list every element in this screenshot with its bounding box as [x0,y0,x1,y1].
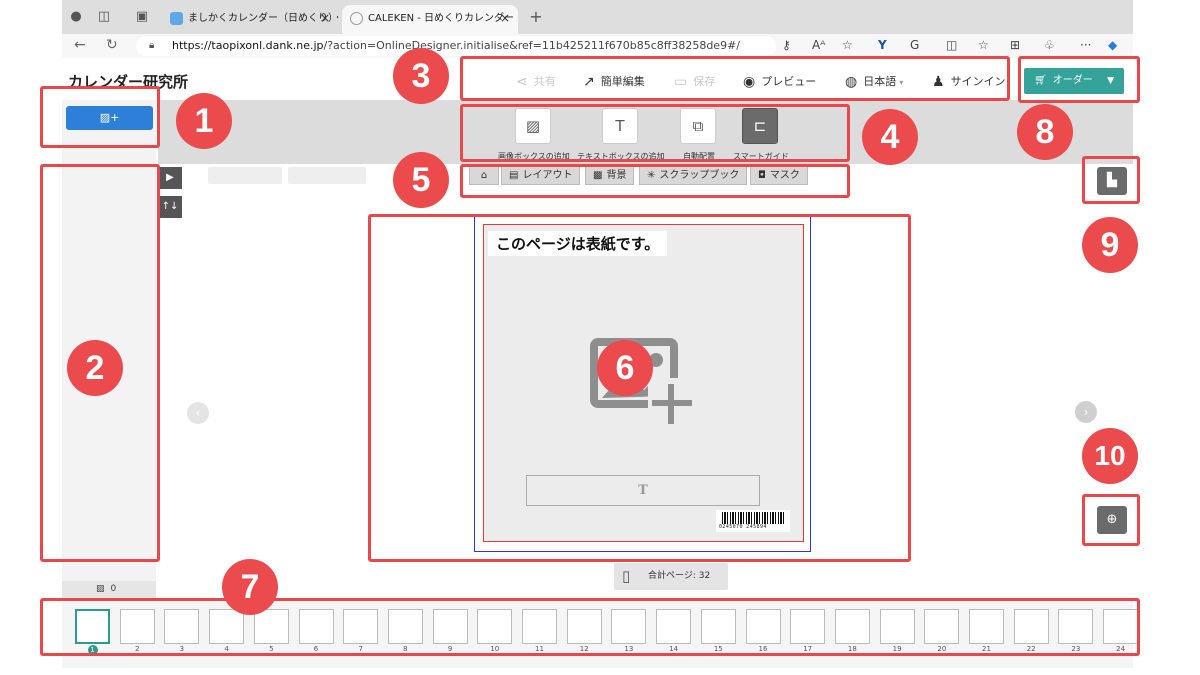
browser-tab-1[interactable]: ましかくカレンダー（日めくり）・ × [162,5,338,34]
photos-icon: ▨ [96,584,105,594]
back-icon[interactable]: ← [74,37,86,53]
lock-icon: 🔒︎ [149,40,155,51]
annotation-badge: 8 [1017,104,1073,160]
extensions-icon[interactable]: ♧ [1044,38,1055,52]
close-tab-icon[interactable]: × [320,5,330,32]
sort-icon: ↑↓ [161,201,179,212]
annotation-badge: 6 [597,340,653,396]
expand-panel-button[interactable]: ▶ [158,167,182,189]
annotation-box-4 [460,104,850,162]
favorite-icon[interactable]: ☆ [842,38,853,52]
split-icon[interactable]: ◫ [946,38,957,52]
more-icon[interactable]: ··· [1080,38,1091,52]
annotation-badge: 1 [176,93,232,149]
sort-button[interactable]: ↑↓ [158,196,182,218]
annotation-badge: 10 [1082,428,1138,484]
collections-icon[interactable]: ⊞ [1010,38,1020,52]
photo-count: ▨ 0 [62,581,156,598]
url-path: /?action=OnlineDesigner.initialise&ref=1… [323,39,741,52]
annotation-box-5 [460,164,850,198]
ghost-button [288,167,366,184]
annotation-badge: 7 [222,559,278,615]
url-host: https://taopixonl.dank.ne.jp [172,39,324,52]
annotation-box-8 [1018,56,1140,103]
extension-y-icon[interactable]: Y [878,38,887,52]
tab-label: ましかくカレンダー（日めくり）・ [188,13,338,24]
browser-tab-bar: ● ◫ ▣ ましかくカレンダー（日めくり）・ × CALEKEN - 日めくりカ… [62,0,1133,34]
browser-tab-2[interactable]: CALEKEN - 日めくりカレンダー × [342,5,518,34]
copilot-icon[interactable]: ◆ [1108,38,1117,52]
photo-count-value: 0 [110,584,117,594]
tab-favicon-icon [170,12,183,25]
ghost-button [208,167,282,184]
tab-label: CALEKEN - 日めくりカレンダー [368,13,515,24]
profile-icon[interactable]: ● [68,9,84,25]
play-icon: ▶ [166,172,174,183]
tab-favicon-icon [350,12,363,25]
url-field[interactable]: 🔒︎ https://taopixonl.dank.ne.jp/?action=… [136,36,776,56]
total-pages-label: 合計ページ: 32 [648,571,711,581]
new-tab-button[interactable]: + [528,9,544,25]
tab-actions-icon[interactable]: ▣ [134,9,150,25]
annotation-box-9 [1082,156,1140,204]
annotation-box-10 [1082,494,1140,546]
annotation-badge: 3 [393,48,449,104]
refresh-icon[interactable]: ↻ [106,37,118,53]
prev-page-button[interactable]: ‹ [187,402,209,424]
workspaces-icon[interactable]: ◫ [96,9,112,25]
address-bar: ← ↻ 🔒︎ https://taopixonl.dank.ne.jp/?act… [62,34,1133,58]
close-tab-icon[interactable]: × [500,5,510,32]
screenshot: ● ◫ ▣ ましかくカレンダー（日めくり）・ × CALEKEN - 日めくりカ… [0,0,1200,675]
favorites-icon[interactable]: ☆ [978,38,989,52]
annotation-badge: 2 [67,340,123,396]
annotation-box-3 [460,56,1010,101]
annotation-badge: 9 [1082,217,1138,273]
annotation-badge: 5 [393,152,449,208]
chevron-right-icon: › [1083,405,1089,419]
read-aloud-icon[interactable]: Aᴬ [812,38,825,52]
next-page-button[interactable]: › [1075,401,1097,423]
chevron-left-icon: ‹ [195,406,201,420]
key-icon[interactable]: ⚷ [782,38,791,52]
extension-icon[interactable]: G [910,38,919,52]
annotation-badge: 4 [862,109,918,165]
annotation-box-7 [40,598,1140,656]
total-pages: ▯ 合計ページ: 32 [614,563,728,590]
annotation-box-1 [40,86,160,148]
page-icon: ▯ [622,567,631,585]
